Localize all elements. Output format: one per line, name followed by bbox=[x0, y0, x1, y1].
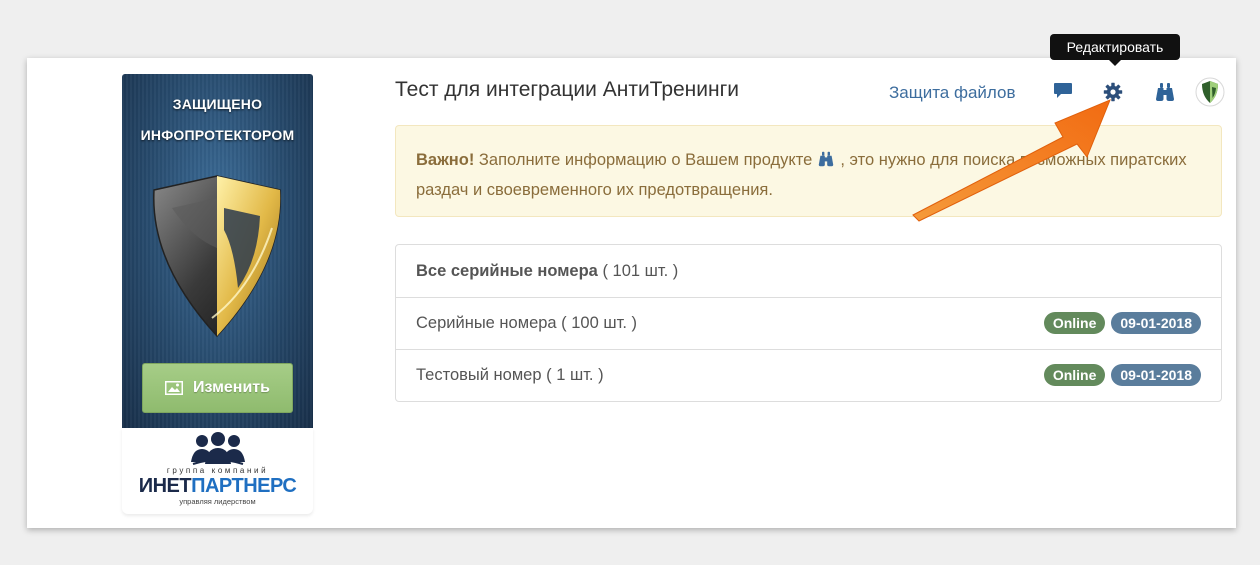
brand-group-text: группа компаний bbox=[166, 466, 269, 475]
brand-motto: управляя лидерством bbox=[179, 497, 256, 506]
brand-logo: группа компаний ИНЕТПАРТНЕРС управляя ли… bbox=[122, 428, 313, 514]
list-item[interactable]: Серийные номера ( 100 шт. ) Online 09-01… bbox=[396, 297, 1221, 349]
all-serials-count: ( 101 шт. ) bbox=[597, 261, 679, 280]
edit-tooltip: Редактировать bbox=[1050, 34, 1180, 66]
people-icon bbox=[191, 432, 245, 465]
all-serials-name: Все серийные номера ( 101 шт. ) bbox=[416, 262, 678, 281]
serials-list: Все серийные номера ( 101 шт. ) Серийные… bbox=[395, 244, 1222, 402]
brand-name: ИНЕТПАРТНЕРС bbox=[122, 475, 313, 498]
date-badge: 09-01-2018 bbox=[1111, 364, 1201, 386]
comment-icon[interactable] bbox=[1053, 82, 1073, 100]
row-badges: Online 09-01-2018 bbox=[1043, 364, 1201, 386]
product-cover: ЗАЩИЩЕНО ИНФОПРОТЕКТОРОМ Изменить bbox=[122, 74, 313, 428]
alert-strong: Важно! bbox=[416, 151, 475, 169]
serial-group-name: Серийные номера ( 100 шт. ) bbox=[416, 314, 638, 332]
list-item[interactable]: Тестовый номер ( 1 шт. ) Online 09-01-20… bbox=[396, 349, 1221, 401]
change-cover-button[interactable]: Изменить bbox=[142, 363, 293, 413]
shield-icon[interactable] bbox=[1195, 76, 1225, 108]
brand-name-part1: ИНЕТ bbox=[138, 475, 192, 497]
important-alert: Важно! Заполните информацию о Вашем прод… bbox=[395, 125, 1222, 217]
product-card: ЗАЩИЩЕНО ИНФОПРОТЕКТОРОМ Изменить группа… bbox=[27, 58, 1236, 528]
binoculars-icon[interactable] bbox=[1155, 82, 1175, 102]
alert-text-before: Заполните информацию о Вашем продукте bbox=[474, 151, 813, 169]
cover-title-line1: ЗАЩИЩЕНО bbox=[172, 96, 263, 112]
cover-title-line2: ИНФОПРОТЕКТОРОМ bbox=[140, 127, 295, 143]
date-badge: 09-01-2018 bbox=[1111, 312, 1201, 334]
row-badges: Online 09-01-2018 bbox=[1043, 312, 1201, 334]
file-protection-link[interactable]: Защита файлов bbox=[889, 83, 1016, 103]
status-badge: Online bbox=[1043, 312, 1106, 334]
status-badge: Online bbox=[1043, 364, 1106, 386]
gear-icon[interactable] bbox=[1103, 82, 1123, 102]
image-icon bbox=[165, 381, 184, 395]
all-serials-label: Все серийные номера bbox=[416, 261, 598, 280]
change-cover-label: Изменить bbox=[193, 379, 270, 396]
brand-name-part2: ПАРТНЕРС bbox=[191, 475, 297, 497]
binoculars-icon bbox=[818, 148, 834, 176]
infoprotector-shield-icon bbox=[153, 175, 281, 338]
list-item-all-serials[interactable]: Все серийные номера ( 101 шт. ) bbox=[396, 245, 1221, 297]
product-title: Тест для интеграции АнтиТренинги bbox=[395, 78, 739, 101]
serial-group-name: Тестовый номер ( 1 шт. ) bbox=[416, 366, 604, 384]
